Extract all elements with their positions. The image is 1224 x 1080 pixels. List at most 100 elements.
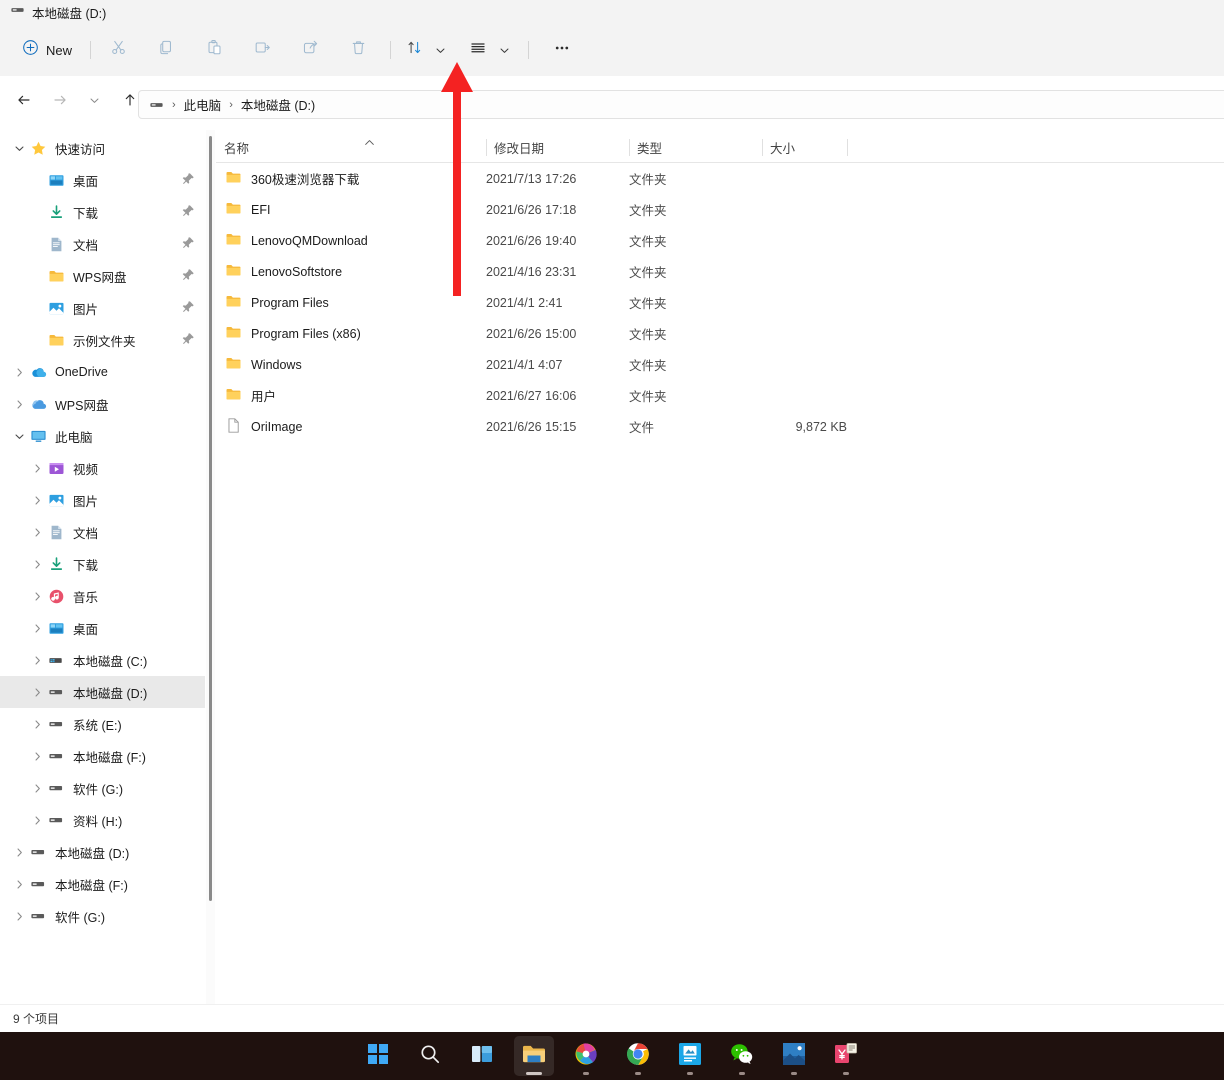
share-button[interactable] [294,34,326,66]
cell-name[interactable]: OriImage [216,417,486,437]
sidebar-item-11[interactable]: 图片 [0,484,205,516]
chevron-right-icon[interactable] [10,388,28,420]
table-row[interactable]: Windows2021/4/1 4:07文件夹 [216,349,1224,380]
sidebar-item-14[interactable]: 音乐 [0,580,205,612]
chevron-right-icon[interactable] [28,708,46,740]
chevron-right-icon[interactable] [10,868,28,900]
sidebar-item-16[interactable]: 本地磁盘 (C:) [0,644,205,676]
sidebar-item-1[interactable]: 桌面 [0,164,205,196]
chevron-right-icon[interactable] [10,836,28,868]
sidebar-item-21[interactable]: 资料 (H:) [0,804,205,836]
cell-name[interactable]: LenovoSoftstore [216,262,486,282]
chevron-down-icon[interactable] [10,420,28,452]
breadcrumb-item-thispc[interactable]: 此电脑 [184,95,222,114]
taskbar-item-search[interactable] [410,1036,450,1076]
view-button[interactable] [462,34,494,66]
chevron-right-icon[interactable] [28,740,46,772]
column-header-type[interactable]: 类型 [629,132,762,163]
sidebar-item-5[interactable]: 图片 [0,292,205,324]
sidebar-item-2[interactable]: 下载 [0,196,205,228]
file-list-pane[interactable]: 名称 修改日期 类型 大小 [216,132,1224,1004]
sidebar-item-3[interactable]: 文档 [0,228,205,260]
cut-button[interactable] [102,34,134,66]
pin-icon[interactable] [182,300,195,316]
taskbar-item-browser-360[interactable] [566,1036,606,1076]
chevron-right-icon[interactable] [28,484,46,516]
cell-name[interactable]: 用户 [216,386,486,406]
cell-name[interactable]: Windows [216,355,486,375]
column-header-name[interactable]: 名称 [216,132,486,163]
chevron-down-icon[interactable] [10,132,28,164]
sidebar-item-8[interactable]: WPS网盘 [0,388,205,420]
sidebar-item-24[interactable]: 软件 (G:) [0,900,205,932]
delete-button[interactable] [342,34,374,66]
sidebar-scrollbar-thumb[interactable] [209,136,212,901]
chevron-right-icon[interactable] [28,644,46,676]
breadcrumb-drive-icon[interactable] [149,97,164,112]
sort-button[interactable] [398,34,430,66]
cell-name[interactable]: LenovoQMDownload [216,231,486,251]
sidebar-item-9[interactable]: 此电脑 [0,420,205,452]
sidebar-item-6[interactable]: 示例文件夹 [0,324,205,356]
chevron-right-icon[interactable] [28,612,46,644]
taskbar-item-finance-app[interactable] [826,1036,866,1076]
column-divider-3[interactable] [762,139,763,156]
sidebar-scrollbar[interactable] [206,130,215,1025]
taskbar-item-wechat[interactable] [722,1036,762,1076]
sidebar-item-0[interactable]: 快速访问 [0,132,205,164]
chevron-right-icon[interactable] [28,516,46,548]
pin-icon[interactable] [182,332,195,348]
recent-locations-button[interactable] [79,87,109,117]
sort-chevron-down-icon[interactable] [430,34,450,66]
pin-icon[interactable] [182,268,195,284]
new-button[interactable]: New [14,34,83,66]
taskbar-item-task-view[interactable] [462,1036,502,1076]
table-row[interactable]: OriImage2021/6/26 15:15文件9,872 KB [216,411,1224,442]
pin-icon[interactable] [182,172,195,188]
sidebar-item-7[interactable]: OneDrive [0,356,205,388]
address-bar[interactable]: › 此电脑 › 本地磁盘 (D:) [138,90,1224,119]
sidebar-item-10[interactable]: 视频 [0,452,205,484]
pin-icon[interactable] [182,204,195,220]
copy-button[interactable] [150,34,182,66]
cell-name[interactable]: 360极速浏览器下载 [216,169,486,189]
table-row[interactable]: Program Files (x86)2021/6/26 15:00文件夹 [216,318,1224,349]
sidebar-item-13[interactable]: 下载 [0,548,205,580]
taskbar-item-chrome[interactable] [618,1036,658,1076]
back-button[interactable] [9,87,39,117]
explorer-tab[interactable]: 本地磁盘 (D:) [0,0,118,24]
sidebar-item-19[interactable]: 本地磁盘 (F:) [0,740,205,772]
column-divider-2[interactable] [629,139,630,156]
sidebar-item-12[interactable]: 文档 [0,516,205,548]
sidebar-item-23[interactable]: 本地磁盘 (F:) [0,868,205,900]
column-header-date[interactable]: 修改日期 [486,132,629,163]
table-row[interactable]: 360极速浏览器下载2021/7/13 17:26文件夹 [216,163,1224,194]
pin-icon[interactable] [182,236,195,252]
table-row[interactable]: LenovoQMDownload2021/6/26 19:40文件夹 [216,225,1224,256]
chevron-right-icon[interactable] [28,772,46,804]
taskbar-item-photos[interactable] [774,1036,814,1076]
table-row[interactable]: LenovoSoftstore2021/4/16 23:31文件夹 [216,256,1224,287]
sidebar-item-15[interactable]: 桌面 [0,612,205,644]
table-row[interactable]: Program Files2021/4/1 2:41文件夹 [216,287,1224,318]
navigation-pane[interactable]: 快速访问桌面下载文档WPS网盘图片示例文件夹OneDriveWPS网盘此电脑视频… [0,132,205,1004]
taskbar-item-start[interactable] [358,1036,398,1076]
sidebar-item-22[interactable]: 本地磁盘 (D:) [0,836,205,868]
column-header-size[interactable]: 大小 [762,132,847,163]
chevron-right-icon[interactable] [28,676,46,708]
cell-name[interactable]: Program Files (x86) [216,324,486,344]
chevron-right-icon[interactable] [10,356,28,388]
column-divider-1[interactable] [486,139,487,156]
table-row[interactable]: 用户2021/6/27 16:06文件夹 [216,380,1224,411]
chevron-right-icon[interactable] [28,804,46,836]
chevron-right-icon[interactable] [28,580,46,612]
taskbar-item-file-explorer[interactable] [514,1036,554,1076]
sidebar-item-17[interactable]: 本地磁盘 (D:) [0,676,205,708]
view-chevron-down-icon[interactable] [494,34,514,66]
sidebar-item-20[interactable]: 软件 (G:) [0,772,205,804]
forward-button[interactable] [45,87,75,117]
cell-name[interactable]: EFI [216,200,486,220]
breadcrumb-item-drive-d[interactable]: 本地磁盘 (D:) [241,95,315,114]
taskbar-item-mail-app[interactable] [670,1036,710,1076]
sidebar-item-4[interactable]: WPS网盘 [0,260,205,292]
